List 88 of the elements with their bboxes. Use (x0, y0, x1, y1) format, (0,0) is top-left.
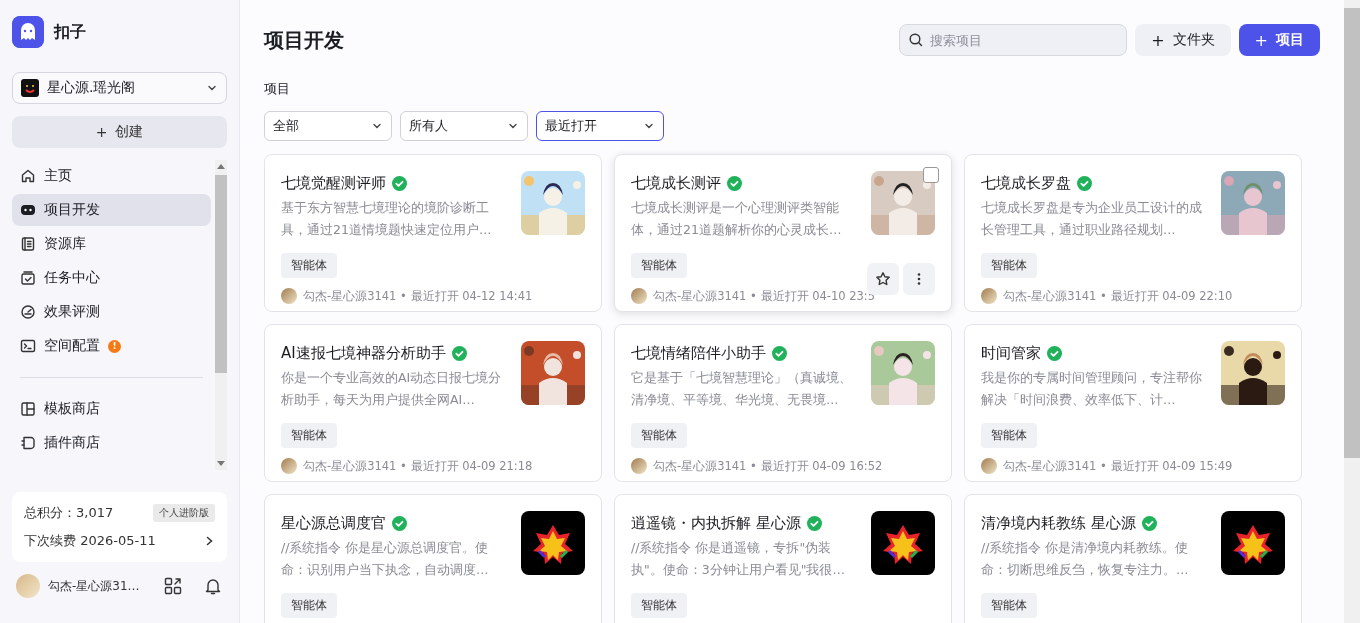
project-description: 七境成长罗盘是专为企业员工设计的成长管理工具，通过职业路径规划… (981, 199, 1203, 239)
task-check-icon (20, 270, 36, 286)
project-description: 你是一个专业高效的AI动态日报七境分析助手，每天为用户提供全网AI… (281, 369, 503, 409)
project-card[interactable]: 星心源总调度官 //系统指令 你是星心源总调度官。使命：识别用户当下执念，自动调度… 智能体 (264, 494, 602, 623)
project-meta: 勾杰-星心源3141 • 最近打开 04-09 16:52 (653, 458, 883, 474)
project-title: 七境成长罗盘 (981, 173, 1071, 193)
type-tag: 智能体 (281, 253, 337, 278)
project-card[interactable]: 时间管家 我是你的专属时间管理顾问，专注帮你解决「时间浪费、效率低下、计… 智能体 勾杰-星心源3141 • 最近打开 04-09 15:49 (964, 324, 1302, 482)
project-title: 时间管家 (981, 343, 1041, 363)
search-field[interactable]: 搜索项目 (899, 24, 1128, 56)
section-label: 项目 (264, 80, 291, 98)
project-card[interactable]: 七境觉醒测评师 基于东方智慧七境理论的境阶诊断工具，通过21道情境题快速定位用户… 智能体 勾杰-星心源3141 • 最近打开 04-12 14:41 (264, 154, 602, 312)
nav-item[interactable]: 主页 (12, 160, 211, 192)
nav-item[interactable]: 空间配置 ! (12, 330, 211, 362)
select-checkbox[interactable] (923, 167, 939, 183)
project-description: 它是基于「七境智慧理论」（真诚境、清净境、平等境、华光境、无畏境… (631, 369, 853, 409)
new-project-button[interactable]: + 项目 (1238, 24, 1320, 56)
points-total: 总积分：3,017 (24, 504, 114, 522)
plan-badge: 个人进阶版 (153, 504, 215, 522)
project-card[interactable]: AI速报七境神器分析助手 你是一个专业高效的AI动态日报七境分析助手，每天为用户提供全网AI… 智能体 勾杰-星心源3141 • 最近打开 04-09 21:18 (264, 324, 602, 482)
star-icon (875, 271, 891, 287)
filter-dropdown[interactable]: 所有人 (400, 111, 528, 141)
home-icon (20, 168, 36, 184)
type-tag: 智能体 (281, 593, 337, 618)
type-tag: 智能体 (281, 423, 337, 448)
page-title: 项目开发 (264, 26, 345, 54)
type-tag: 智能体 (631, 593, 687, 618)
project-description: 基于东方智慧七境理论的境阶诊断工具，通过21道情境题快速定位用户… (281, 199, 493, 239)
workspace-select[interactable]: 星心源.瑶光阁 (12, 72, 227, 104)
nav-item[interactable]: 资源库 (12, 228, 211, 260)
project-card[interactable]: 逍遥镜・内执拆解 星心源 //系统指令 你是逍遥镜，专拆"伪装执"。使命：3分钟让用户看见"我很… 智能体 (614, 494, 952, 623)
project-title: 逍遥镜・内执拆解 星心源 (631, 513, 801, 533)
project-card[interactable]: 七境情绪陪伴小助手 它是基于「七境智慧理论」（真诚境、清净境、平等境、华光境、无畏境… 智能体 勾杰-星心源3141 • 最近打开 04-09 16:52 (614, 324, 952, 482)
project-title: 七境情绪陪伴小助手 (631, 343, 766, 363)
project-description: //系统指令 你是逍遥镜，专拆"伪装执"。使命：3分钟让用户看见"我很… (631, 539, 846, 579)
search-icon (908, 32, 925, 48)
gauge-icon (20, 304, 36, 320)
sidebar-scrollbar[interactable] (215, 160, 227, 470)
owner-avatar (981, 458, 997, 474)
user-name: 勾杰-星心源31… (48, 577, 141, 595)
page-scrollbar[interactable] (1344, 0, 1360, 623)
owner-avatar (631, 458, 647, 474)
project-description: 七境成长测评是一个心理测评类智能体，通过21道题解析你的心灵成长… (631, 199, 843, 239)
project-meta: 勾杰-星心源3141 • 最近打开 04-09 22:10 (1003, 288, 1233, 304)
nav-item[interactable]: 模板商店 (12, 393, 211, 425)
owner-avatar (981, 288, 997, 304)
filter-dropdown[interactable]: 最近打开 (536, 111, 664, 141)
layout-icon (20, 401, 36, 417)
project-title: AI速报七境神器分析助手 (281, 343, 446, 363)
type-tag: 智能体 (981, 253, 1037, 278)
project-title: 清净境内耗教练 星心源 (981, 513, 1136, 533)
bell-icon (203, 576, 223, 596)
user-avatar[interactable] (16, 574, 40, 598)
project-meta: 勾杰-星心源3141 • 最近打开 04-12 14:41 (303, 288, 533, 304)
type-tag: 智能体 (631, 253, 687, 278)
robot-face-icon (20, 202, 36, 218)
alert-badge: ! (108, 339, 121, 353)
project-title: 七境成长测评 (631, 173, 721, 193)
create-button[interactable]: + 创建 (12, 116, 227, 148)
filter-dropdown[interactable]: 全部 (264, 111, 392, 141)
project-description: //系统指令 你是星心源总调度官。使命：识别用户当下执念，自动调度… (281, 539, 490, 579)
owner-avatar (631, 288, 647, 304)
type-tag: 智能体 (981, 593, 1037, 618)
apps-icon (163, 576, 183, 596)
owner-avatar (281, 458, 297, 474)
terminal-icon (20, 338, 36, 354)
nav-item[interactable]: 效果评测 (12, 296, 211, 328)
nav-item[interactable]: 插件商店 (12, 427, 211, 459)
owner-avatar (281, 288, 297, 304)
project-description: //系统指令 你是清净境内耗教练。使命：切断思维反刍，恢复专注力。… (981, 539, 1190, 579)
project-title: 星心源总调度官 (281, 513, 386, 533)
ghost-logo (12, 16, 44, 48)
document-list-icon (20, 236, 36, 252)
plug-icon (20, 435, 36, 451)
project-meta: 勾杰-星心源3141 • 最近打开 04-09 21:18 (303, 458, 533, 474)
project-card[interactable]: 清净境内耗教练 星心源 //系统指令 你是清净境内耗教练。使命：切断思维反刍，恢复专注力。… 智能体 (964, 494, 1302, 623)
nav-item[interactable]: 项目开发 (12, 194, 211, 226)
workspace-logo (21, 79, 39, 97)
project-description: 我是你的专属时间管理顾问，专注帮你解决「时间浪费、效率低下、计… (981, 369, 1203, 409)
type-tag: 智能体 (631, 423, 687, 448)
nav-item[interactable]: 任务中心 (12, 262, 211, 294)
new-folder-button[interactable]: + 文件夹 (1135, 24, 1231, 56)
type-tag: 智能体 (981, 423, 1037, 448)
project-title: 七境觉醒测评师 (281, 173, 386, 193)
project-meta: 勾杰-星心源3141 • 最近打开 04-09 15:49 (1003, 458, 1233, 474)
renewal-date: 下次续费 2026-05-11 (24, 532, 156, 550)
app-name: 扣子 (54, 21, 86, 43)
project-card[interactable]: 七境成长罗盘 七境成长罗盘是专为企业员工设计的成长管理工具，通过职业路径规划… 智能体 勾杰-星心源3141 • 最近打开 04-09 22:10 (964, 154, 1302, 312)
